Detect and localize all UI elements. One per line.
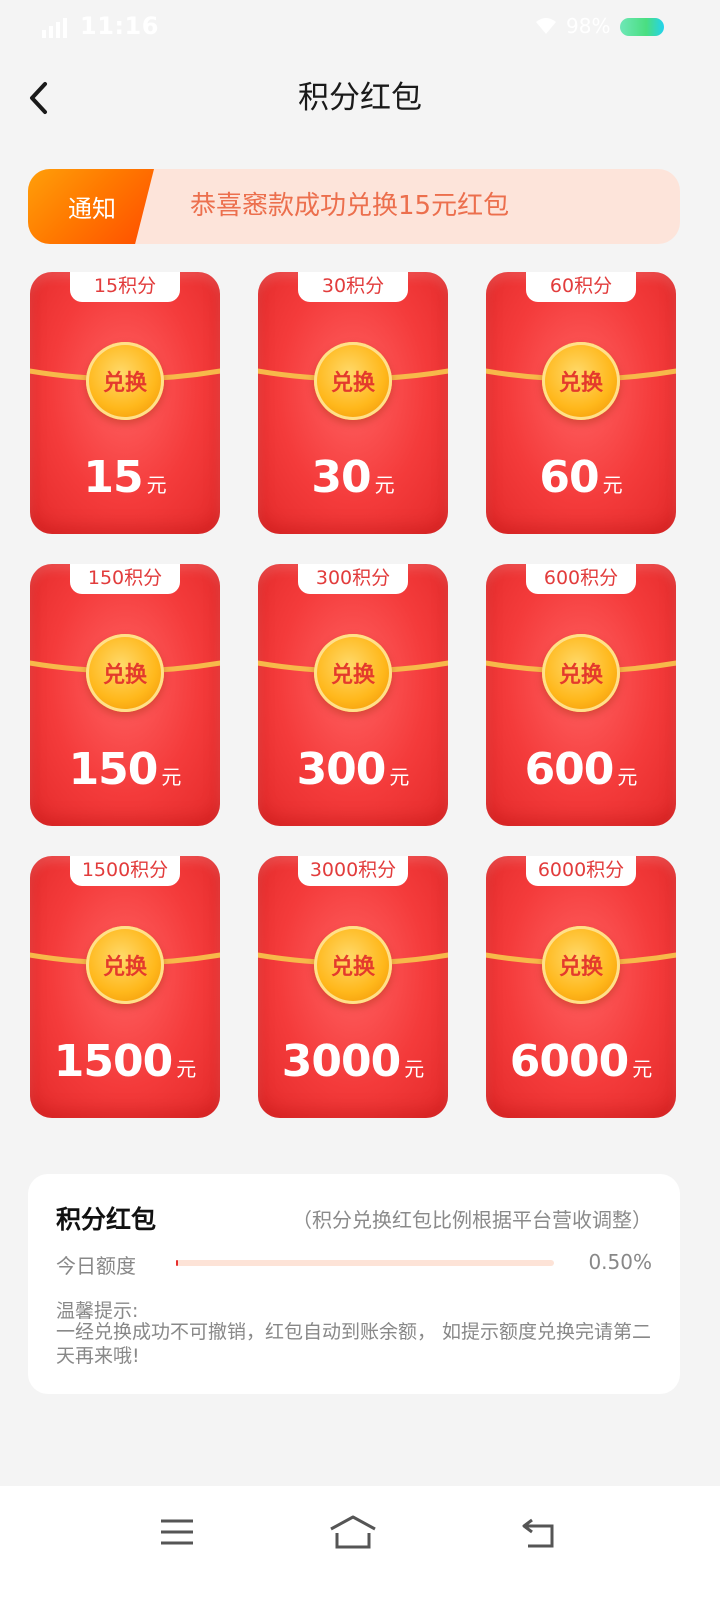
- notice-text: 恭喜窸款成功兑换15元红包: [190, 191, 510, 221]
- points-label: 15积分: [70, 272, 180, 302]
- red-envelope-card[interactable]: 600积分兑换 600 元: [486, 564, 676, 826]
- quota-label: 今日额度: [56, 1254, 136, 1278]
- redeem-button[interactable]: 兑换: [542, 634, 620, 712]
- tips-heading: 温馨提示:: [56, 1300, 139, 1322]
- envelope-amount: 600 元: [486, 744, 676, 795]
- redeem-button-label: 兑换: [558, 955, 603, 980]
- redeem-button-label: 兑换: [330, 371, 375, 396]
- red-envelope-card[interactable]: 300积分兑换 300 元: [258, 564, 448, 826]
- amount-value: 1500: [53, 1036, 173, 1087]
- bottom-nav: [0, 1486, 720, 1600]
- envelope-amount: 15 元: [30, 452, 220, 503]
- menu-button[interactable]: [147, 1510, 207, 1554]
- amount-unit: 元: [617, 765, 638, 789]
- page-title: 积分红包: [298, 80, 422, 116]
- points-label: 30积分: [298, 272, 408, 302]
- redeem-button[interactable]: 兑换: [542, 342, 620, 420]
- envelope-amount: 150 元: [30, 744, 220, 795]
- amount-value: 600: [524, 744, 615, 795]
- notice-tag-label: 通知: [68, 195, 116, 223]
- redeem-button[interactable]: 兑换: [86, 634, 164, 712]
- home-button[interactable]: [323, 1510, 383, 1554]
- amount-unit: 元: [176, 1057, 197, 1081]
- envelope-amount: 6000 元: [486, 1036, 676, 1087]
- quota-progress-bar: [176, 1260, 554, 1266]
- red-envelope-card[interactable]: 1500积分兑换 1500 元: [30, 856, 220, 1118]
- amount-unit: 元: [632, 1057, 653, 1081]
- amount-value: 3000: [281, 1036, 401, 1087]
- menu-icon: [161, 1519, 193, 1545]
- redeem-button[interactable]: 兑换: [314, 342, 392, 420]
- redeem-button-label: 兑换: [102, 371, 147, 396]
- points-label: 1500积分: [70, 856, 180, 886]
- redeem-button-label: 兑换: [558, 371, 603, 396]
- redeem-button[interactable]: 兑换: [86, 926, 164, 1004]
- amount-unit: 元: [602, 473, 623, 497]
- battery-icon: [620, 18, 664, 36]
- info-title: 积分红包: [56, 1205, 157, 1234]
- redeem-button[interactable]: 兑换: [86, 342, 164, 420]
- amount-unit: 元: [404, 1057, 425, 1081]
- red-envelope-card[interactable]: 3000积分兑换 3000 元: [258, 856, 448, 1118]
- amount-unit: 元: [374, 473, 395, 497]
- redeem-button-label: 兑换: [102, 663, 147, 688]
- status-bar: 11:16 98%: [0, 0, 720, 56]
- wifi-icon: [536, 18, 556, 34]
- red-envelope-card[interactable]: 6000积分兑换 6000 元: [486, 856, 676, 1118]
- points-label: 600积分: [526, 564, 636, 594]
- amount-value: 6000: [509, 1036, 629, 1087]
- redeem-button[interactable]: 兑换: [314, 926, 392, 1004]
- points-label: 6000积分: [526, 856, 636, 886]
- points-label: 3000积分: [298, 856, 408, 886]
- signal-icon: [42, 18, 67, 38]
- notice-tag: 通知: [28, 169, 154, 244]
- redeem-button[interactable]: 兑换: [542, 926, 620, 1004]
- amount-value: 15: [83, 452, 143, 503]
- amount-value: 30: [311, 452, 371, 503]
- redeem-button-label: 兑换: [558, 663, 603, 688]
- info-card: 积分红包 （积分兑换红包比例根据平台营收调整） 今日额度 0.50% 温馨提示:…: [28, 1174, 680, 1394]
- envelope-amount: 1500 元: [30, 1036, 220, 1087]
- points-label: 300积分: [298, 564, 408, 594]
- info-note: （积分兑换红包比例根据平台营收调整）: [292, 1208, 652, 1232]
- amount-unit: 元: [389, 765, 410, 789]
- status-time: 11:16: [80, 12, 159, 40]
- redeem-button-label: 兑换: [330, 955, 375, 980]
- red-envelope-card[interactable]: 60积分兑换 60 元: [486, 272, 676, 534]
- redeem-button-label: 兑换: [330, 663, 375, 688]
- points-label: 60积分: [526, 272, 636, 302]
- quota-progress-fill: [176, 1260, 178, 1266]
- envelope-amount: 3000 元: [258, 1036, 448, 1087]
- amount-value: 60: [539, 452, 599, 503]
- envelope-amount: 300 元: [258, 744, 448, 795]
- battery-percent: 98%: [566, 14, 611, 38]
- amount-value: 150: [68, 744, 159, 795]
- red-envelope-card[interactable]: 15积分兑换 15 元: [30, 272, 220, 534]
- redeem-button-label: 兑换: [102, 955, 147, 980]
- notice-banner: 通知 恭喜窸款成功兑换15元红包: [28, 169, 680, 244]
- back-icon: [522, 1518, 554, 1548]
- amount-value: 300: [296, 744, 387, 795]
- envelope-amount: 30 元: [258, 452, 448, 503]
- home-icon: [330, 1515, 376, 1549]
- tips-text: 一经兑换成功不可撤销，红包自动到账余额， 如提示额度兑换完请第二天再来哦!: [56, 1321, 652, 1367]
- redeem-button[interactable]: 兑换: [314, 634, 392, 712]
- amount-unit: 元: [161, 765, 182, 789]
- amount-unit: 元: [146, 473, 167, 497]
- envelope-amount: 60 元: [486, 452, 676, 503]
- quota-value: 0.50%: [588, 1250, 652, 1274]
- points-label: 150积分: [70, 564, 180, 594]
- red-envelope-card[interactable]: 150积分兑换 150 元: [30, 564, 220, 826]
- back-nav-button[interactable]: [508, 1510, 568, 1554]
- red-envelope-card[interactable]: 30积分兑换 30 元: [258, 272, 448, 534]
